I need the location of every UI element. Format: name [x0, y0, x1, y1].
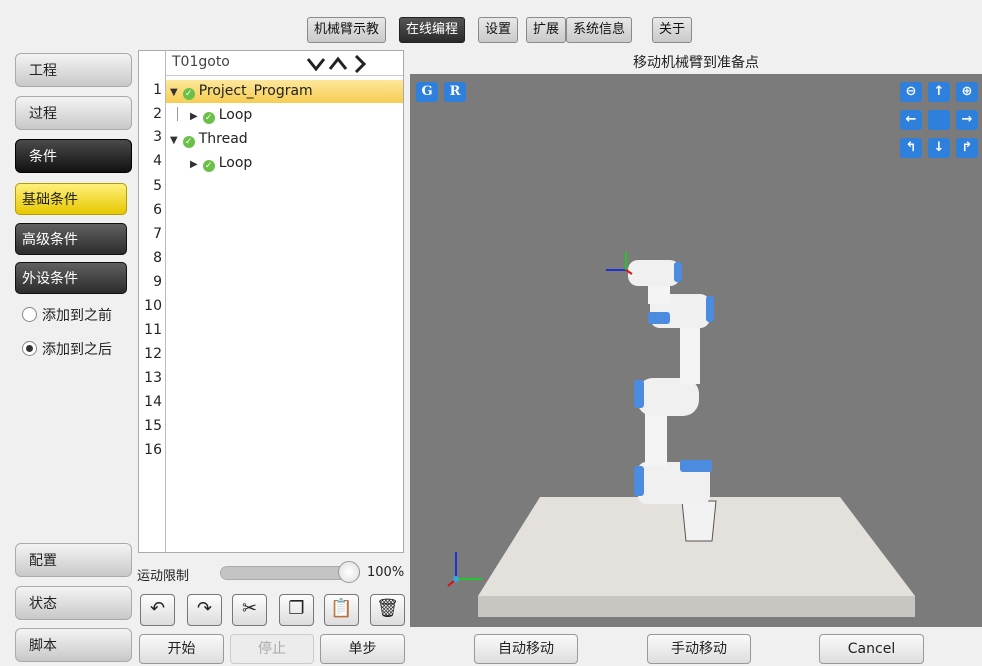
line-number: 14 [144, 394, 162, 410]
tab-extensions[interactable]: 扩展 [526, 17, 567, 43]
tree-node-thread[interactable]: ▼ ✓ Thread [170, 128, 248, 151]
line-number: 1 [153, 82, 162, 98]
scissors-icon: ✂ [241, 598, 258, 619]
sidebar-item-project[interactable]: 工程 [15, 53, 132, 87]
chevron-down-icon [306, 58, 326, 72]
radio-label: 添加到之前 [42, 308, 112, 324]
line-number: 4 [153, 153, 162, 169]
tree-node-label: Project_Program [198, 83, 313, 99]
robot-tool-head [628, 260, 680, 286]
chevron-right-icon [354, 55, 367, 73]
undo-icon: ↶ [149, 598, 166, 619]
program-name: T01goto [172, 54, 230, 70]
line-number: 7 [153, 226, 162, 242]
check-icon: ✓ [182, 88, 195, 100]
tab-settings[interactable]: 设置 [478, 17, 519, 43]
tree-node-label: Loop [218, 107, 253, 123]
line-number: 13 [144, 370, 162, 386]
chevron-up-icon [328, 56, 348, 70]
paste-button[interactable]: 📋 [324, 594, 359, 626]
tab-robot-teach[interactable]: 机械臂示教 [307, 17, 387, 43]
check-icon: ✓ [182, 136, 195, 148]
sidebar-item-script[interactable]: 脚本 [15, 628, 132, 662]
stop-button[interactable]: 停止 [230, 634, 314, 664]
viewport-title: 移动机械臂到准备点 [633, 55, 759, 71]
delete-button[interactable]: 🗑 [370, 594, 405, 626]
table-side [478, 596, 915, 617]
motion-limit-value: 100% [367, 565, 405, 580]
program-header: T01goto [166, 51, 403, 76]
robot-3d-viewport[interactable]: G R ⊖ ↑ ⊕ ← → ↰ ↓ ↱ [410, 74, 982, 627]
slider-handle[interactable] [338, 561, 360, 583]
expand-down-icon[interactable]: ▼ [170, 81, 178, 104]
radio-add-after[interactable]: 添加到之后 [22, 340, 112, 360]
tab-online-programming[interactable]: 在线编程 [399, 17, 466, 43]
cut-button[interactable]: ✂ [232, 594, 267, 626]
line-number: 11 [144, 322, 162, 338]
robot-base [681, 500, 717, 542]
check-icon: ✓ [202, 112, 215, 124]
sub-item-peripheral-condition[interactable]: 外设条件 [15, 262, 127, 294]
tree-node-project-program[interactable]: ▼ ✓ Project_Program [170, 80, 313, 103]
copy-icon: ❐ [288, 598, 305, 619]
redo-button[interactable]: ↷ [187, 594, 222, 626]
line-number: 12 [144, 346, 162, 362]
start-button[interactable]: 开始 [139, 634, 224, 664]
line-number: 16 [144, 442, 162, 458]
tree-node-loop[interactable]: ▶ ✓ Loop [190, 152, 252, 175]
tree-node-label: Loop [218, 155, 253, 171]
sidebar-item-condition[interactable]: 条件 [15, 139, 132, 173]
expand-right-icon[interactable]: ▶ [190, 153, 198, 176]
tree-node-loop[interactable]: ▶ ✓ Loop [177, 104, 252, 127]
line-number: 10 [144, 298, 162, 314]
cancel-button[interactable]: Cancel [819, 634, 924, 664]
step-button[interactable]: 单步 [320, 634, 405, 664]
robot-scene [447, 252, 915, 617]
undo-button[interactable]: ↶ [140, 594, 175, 626]
sidebar-item-config[interactable]: 配置 [15, 543, 132, 577]
line-number: 5 [153, 178, 162, 194]
radio-add-before[interactable]: 添加到之前 [22, 306, 112, 326]
line-number: 9 [153, 274, 162, 290]
gutter-divider [165, 50, 166, 553]
nav-arrows [306, 55, 367, 73]
line-number: 6 [153, 202, 162, 218]
sidebar-item-status[interactable]: 状态 [15, 586, 132, 620]
paste-icon: 📋 [330, 598, 353, 619]
expand-right-icon[interactable]: ▶ [190, 105, 198, 128]
trash-icon: 🗑 [376, 598, 399, 619]
expand-down-icon[interactable]: ▼ [170, 129, 178, 152]
check-icon: ✓ [202, 160, 215, 172]
motion-limit-label: 运动限制 [137, 569, 190, 584]
radio-label: 添加到之后 [42, 342, 112, 358]
tab-about[interactable]: 关于 [652, 17, 693, 43]
line-number: 3 [153, 129, 162, 145]
line-number: 2 [153, 106, 162, 122]
line-number: 8 [153, 250, 162, 266]
tree-node-label: Thread [198, 131, 248, 147]
sub-item-basic-condition[interactable]: 基础条件 [15, 183, 127, 215]
line-number: 15 [144, 418, 162, 434]
sub-item-advanced-condition[interactable]: 高级条件 [15, 223, 127, 255]
auto-move-button[interactable]: 自动移动 [474, 634, 578, 664]
radio-circle-icon [22, 307, 37, 322]
sidebar-item-process[interactable]: 过程 [15, 96, 132, 130]
manual-move-button[interactable]: 手动移动 [647, 634, 751, 664]
redo-icon: ↷ [196, 598, 213, 619]
copy-button[interactable]: ❐ [279, 594, 314, 626]
tree-guide-line [177, 107, 178, 121]
radio-circle-icon [22, 341, 37, 356]
tab-system-info[interactable]: 系统信息 [566, 17, 633, 43]
